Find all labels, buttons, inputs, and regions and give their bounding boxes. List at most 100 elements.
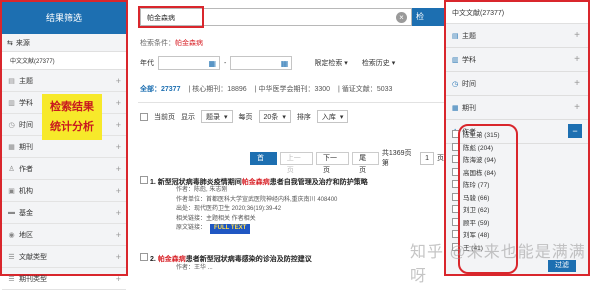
expand-icon[interactable]: + [116,164,121,174]
expand-icon[interactable]: + [116,120,121,130]
record-checkbox[interactable] [140,253,148,261]
select-page-checkbox[interactable] [140,112,148,121]
right-panel-title: 中文文献(27377) [446,2,588,24]
history-label: 检索历史 [361,60,390,67]
filter-button[interactable]: 过滤 [548,260,576,272]
meta-row: 相关链接：主题相关 作者相关 [176,215,337,225]
expand-icon[interactable]: + [574,102,580,113]
stat-label: 核心期刊： [192,86,228,93]
filter-panel-header: 结果筛选 [2,2,126,34]
book-icon: ▥ [8,99,15,107]
search-button[interactable]: 检 [412,8,444,26]
title-text: 患者自我管理及治疗和防护策略 [269,179,368,186]
search-history-dropdown[interactable]: 检索历史 ▾ [362,58,395,68]
year-end-input[interactable]: ▦ [230,56,293,70]
facet-doc-type[interactable]: ☰ 文献类型 + [2,246,126,268]
per-page-value: 20条 [263,113,279,121]
facet-topic[interactable]: ▤ 主题 + [2,70,126,92]
stat-evidence[interactable]: | 循证文献：5033 [338,84,392,94]
right-facet-topic[interactable]: ▤ 主题 + [446,24,588,48]
year-label: 年代 [140,60,154,67]
title-highlight: 帕金森病 [157,256,186,263]
calendar-icon[interactable]: ▦ [208,59,216,68]
chevron-down-icon: ▾ [224,113,228,121]
stat-label: 中华医学会期刊： [258,86,315,93]
facet-label: 学科 [19,99,33,107]
title-text: 患者新型冠状病毒感染的诊治及防控建议 [185,256,312,263]
display-select[interactable]: 题录 ▾ [201,110,233,123]
expand-icon[interactable]: + [574,30,580,41]
source-label: 来源 [15,39,30,47]
meta-value[interactable]: 主题相关 作者相关 [206,216,256,222]
title-highlight: 帕金森病 [241,179,270,186]
facet-journal-type[interactable]: ☰ 期刊类型 + [2,268,126,290]
doc-icon: ☰ [8,253,15,261]
facet-region[interactable]: ◉ 地区 + [2,224,126,246]
calendar-icon[interactable]: ▦ [281,59,289,68]
clear-icon[interactable]: × [396,12,407,23]
facet-label: 地区 [19,231,33,239]
expand-icon[interactable]: + [116,142,121,152]
source-count[interactable]: 中文文献(27377) [2,52,126,70]
facet-label: 主题 [462,32,476,40]
building-icon: ▣ [8,187,15,195]
meta-value: 首都医科大学宣武医院神经内科,重庆南川 408400 [206,196,338,203]
limit-label: 限定检索 [314,60,343,67]
stat-cma[interactable]: | 中华医学会期刊：3300 [255,84,330,94]
chevron-down-icon: ▾ [282,113,286,121]
expand-icon[interactable]: + [116,186,121,196]
prev-page-button[interactable]: 上一页 [279,151,313,174]
next-page-button[interactable]: 下一页 [315,151,350,174]
right-facet-time[interactable]: ◷ 时间 + [446,72,588,96]
filter-panel: 结果筛选 ⇆ 来源 中文文献(27377) ▤ 主题 + ▥ 学科 + ◷ 时间 + ▦ 期刊… [0,0,128,290]
meta-value[interactable]: 现代医药卫生 2020;36(19):39-42 [194,206,281,212]
stat-label: 循证文献： [341,86,377,93]
location-icon: ◉ [8,231,15,239]
year-start-input[interactable]: ▦ [158,56,220,70]
stat-value: 5033 [376,86,393,93]
expand-icon[interactable]: + [574,54,580,65]
limit-search-dropdown[interactable]: 限定检索 ▾ [314,58,347,68]
collapse-icon[interactable]: − [568,124,582,138]
right-facet-subject[interactable]: ▥ 学科 + [446,48,588,72]
stat-core[interactable]: | 核心期刊：18896 [188,84,246,94]
annotation-line: 统计分析 [50,121,94,133]
record-title[interactable]: 1. 新型冠状病毒肺炎疫情期间帕金森病患者自我管理及治疗和防护策略 [150,179,368,186]
facet-institution[interactable]: ▣ 机构 + [2,180,126,202]
expand-icon[interactable]: + [116,230,121,240]
facet-label: 期刊类型 [19,275,47,283]
clock-icon: ◷ [452,80,459,88]
sort-select[interactable]: 入库 ▾ [316,110,349,123]
expand-icon[interactable]: + [574,78,580,89]
meta-value[interactable]: 陈彪, 朱志刚 [194,187,227,193]
facet-fund[interactable]: ▬ 基金 + [2,202,126,224]
record-title[interactable]: 2. 帕金森病患者新型冠状病毒感染的诊治及防控建议 [150,256,312,263]
page-number-input[interactable]: 1 [420,151,434,165]
annotation-line: 检索结果 [50,101,94,113]
meta-row: 原文链接： FULL TEXT [176,224,337,234]
meta-key: 原文链接： [176,225,207,231]
facet-label: 时间 [462,80,476,88]
right-facet-journal[interactable]: ▦ 期刊 + [446,96,588,120]
per-page-select[interactable]: 20条 ▾ [258,110,291,123]
divider [138,102,444,103]
expand-icon[interactable]: + [116,252,121,262]
book-icon: ▥ [452,56,459,64]
source-facet[interactable]: ⇆ 来源 [2,34,126,52]
facet-author[interactable]: ♙ 作者 + [2,158,126,180]
expand-icon[interactable]: + [116,274,121,284]
full-text-button[interactable]: FULL TEXT [210,224,251,234]
pagination: 首页 上一页 下一页 尾页 共1369页 第 1 页 [250,148,444,174]
source-icon: ⇆ [7,39,13,47]
facet-label: 基金 [19,209,33,217]
first-page-button[interactable]: 首页 [250,151,277,174]
meta-value[interactable]: 王华 ... [194,265,213,271]
results-main: 帕金森病 × 检 检索条件：帕金森病 年代 ▦ - ▦ 限定检索 ▾ 检索历史 … [132,0,444,276]
expand-icon[interactable]: + [116,208,121,218]
expand-icon[interactable]: + [116,76,121,86]
clock-icon: ◷ [8,121,15,129]
expand-icon[interactable]: + [116,98,121,108]
record-checkbox[interactable] [140,176,148,184]
stat-all[interactable]: 全部：27377 [140,84,180,94]
last-page-button[interactable]: 尾页 [352,151,379,174]
